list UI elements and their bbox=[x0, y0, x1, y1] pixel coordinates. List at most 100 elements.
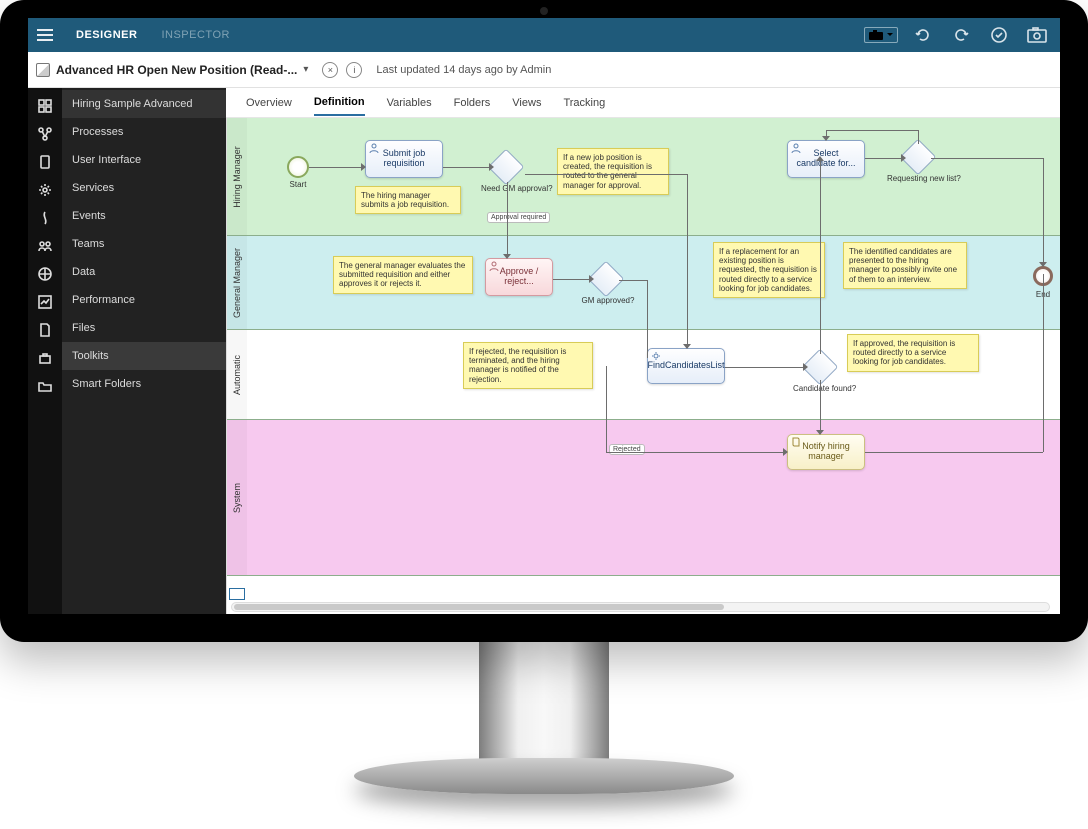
edge bbox=[606, 366, 607, 452]
file-icon[interactable] bbox=[28, 316, 62, 344]
edge bbox=[931, 158, 1043, 159]
edge bbox=[820, 160, 821, 354]
edge bbox=[687, 174, 688, 348]
validate-button[interactable] bbox=[986, 22, 1012, 48]
lane-label: Automatic bbox=[227, 330, 247, 419]
folder-icon[interactable] bbox=[28, 372, 62, 400]
arrowhead-icon bbox=[503, 254, 511, 259]
menu-button[interactable] bbox=[28, 18, 62, 52]
event-icon[interactable] bbox=[28, 204, 62, 232]
process-title: Advanced HR Open New Position (Read-... bbox=[56, 63, 297, 77]
app-screen: DESIGNER INSPECTOR Advanced HR O bbox=[28, 18, 1060, 614]
sidebar-item-toolkits[interactable]: Toolkits bbox=[62, 342, 226, 370]
lane-label: System bbox=[227, 420, 247, 575]
minimap-toggle[interactable] bbox=[229, 588, 245, 600]
lane-label: Hiring Manager bbox=[227, 118, 247, 235]
task-notify-hiring-manager[interactable]: Notify hiring manager bbox=[787, 434, 865, 470]
arrowhead-icon bbox=[683, 344, 691, 349]
gateway-requesting-new-label: Requesting new list? bbox=[887, 174, 953, 183]
monitor-camera-dot bbox=[540, 7, 548, 15]
swimlanes: Hiring Manager Start Submit job requisit… bbox=[227, 118, 1060, 576]
task-label: Approve / reject... bbox=[492, 267, 546, 287]
edge bbox=[1043, 274, 1044, 452]
tab-definition[interactable]: Definition bbox=[314, 90, 365, 116]
service-task-icon bbox=[651, 351, 661, 361]
tab-tracking[interactable]: Tracking bbox=[563, 91, 605, 115]
task-select-candidate[interactable]: Select candidate for... bbox=[787, 140, 865, 178]
undo-button[interactable] bbox=[910, 22, 936, 48]
horizontal-scrollbar[interactable] bbox=[231, 602, 1050, 612]
close-button[interactable]: × bbox=[322, 62, 338, 78]
sidebar-item-events[interactable]: Events bbox=[62, 202, 226, 230]
sticky-replacement: If a replacement for an existing positio… bbox=[713, 242, 825, 298]
sidebar-item-data[interactable]: Data bbox=[62, 258, 226, 286]
sidebar-item-services[interactable]: Services bbox=[62, 174, 226, 202]
edge bbox=[309, 167, 365, 168]
task-submit-requisition[interactable]: Submit job requisition bbox=[365, 140, 443, 178]
arrowhead-icon bbox=[816, 156, 824, 161]
start-event[interactable] bbox=[287, 156, 309, 178]
ui-icon[interactable] bbox=[28, 148, 62, 176]
process-type-icon bbox=[36, 63, 50, 77]
arrowhead-icon bbox=[489, 163, 494, 171]
snapshot-dropdown[interactable] bbox=[864, 27, 898, 43]
edge bbox=[1043, 158, 1044, 264]
task-label: Submit job requisition bbox=[372, 149, 436, 169]
sticky-evaluate: The general manager evaluates the submit… bbox=[333, 256, 473, 294]
sticky-candidates: The identified candidates are presented … bbox=[843, 242, 967, 289]
lane-automatic: Automatic If rejected, the requisition i… bbox=[227, 330, 1060, 420]
edge bbox=[725, 367, 807, 368]
tab-variables[interactable]: Variables bbox=[387, 91, 432, 115]
gear-icon[interactable] bbox=[28, 176, 62, 204]
edge bbox=[865, 452, 1043, 453]
start-label: Start bbox=[283, 180, 313, 189]
topnav-inspector[interactable]: INSPECTOR bbox=[161, 29, 229, 41]
team-icon[interactable] bbox=[28, 232, 62, 260]
tab-views[interactable]: Views bbox=[512, 91, 541, 115]
tab-folders[interactable]: Folders bbox=[454, 91, 491, 115]
lane-label: General Manager bbox=[227, 236, 247, 329]
edge bbox=[553, 279, 593, 280]
sidebar-item-hiring-sample[interactable]: Hiring Sample Advanced bbox=[62, 90, 226, 118]
sidebar-icon-column bbox=[28, 88, 62, 614]
task-approve-reject[interactable]: Approve / reject... bbox=[485, 258, 553, 296]
toolkit-icon[interactable] bbox=[28, 344, 62, 372]
edge bbox=[865, 158, 905, 159]
edge bbox=[507, 182, 508, 258]
performance-icon[interactable] bbox=[28, 288, 62, 316]
chevron-down-icon[interactable]: ▾ bbox=[303, 64, 308, 75]
screenshot-button[interactable] bbox=[1024, 22, 1050, 48]
arrowhead-icon bbox=[589, 275, 594, 283]
process-icon[interactable] bbox=[28, 120, 62, 148]
sidebar-item-files[interactable]: Files bbox=[62, 314, 226, 342]
sticky-approved: If approved, the requisition is routed d… bbox=[847, 334, 979, 372]
redo-button[interactable] bbox=[948, 22, 974, 48]
sidebar-item-teams[interactable]: Teams bbox=[62, 230, 226, 258]
sidebar-item-processes[interactable]: Processes bbox=[62, 118, 226, 146]
arrowhead-icon bbox=[901, 154, 906, 162]
data-icon[interactable] bbox=[28, 260, 62, 288]
script-task-icon bbox=[791, 437, 801, 447]
edge bbox=[443, 167, 493, 168]
sidebar-item-user-interface[interactable]: User Interface bbox=[62, 146, 226, 174]
sticky-rejected: If rejected, the requisition is terminat… bbox=[463, 342, 593, 389]
grid-icon[interactable] bbox=[28, 92, 62, 120]
edge bbox=[606, 452, 787, 453]
bpmn-canvas[interactable]: Hiring Manager Start Submit job requisit… bbox=[226, 118, 1060, 614]
user-task-icon bbox=[791, 143, 801, 153]
arrowhead-icon bbox=[783, 448, 788, 456]
info-button[interactable]: i bbox=[346, 62, 362, 78]
task-label: Select candidate for... bbox=[794, 149, 858, 169]
last-updated-text: Last updated 14 days ago by Admin bbox=[376, 64, 551, 76]
topnav-designer[interactable]: DESIGNER bbox=[76, 29, 137, 41]
scrollbar-thumb[interactable] bbox=[234, 604, 724, 610]
sidebar-item-smart-folders[interactable]: Smart Folders bbox=[62, 370, 226, 398]
edge bbox=[525, 174, 687, 175]
lane-system: System Notify hiring manager Rejected bbox=[227, 420, 1060, 576]
task-find-candidates[interactable]: FindCandidatesList bbox=[647, 348, 725, 384]
user-task-icon bbox=[369, 143, 379, 153]
tab-overview[interactable]: Overview bbox=[246, 91, 292, 115]
arrowhead-icon bbox=[803, 363, 808, 371]
monitor-neck bbox=[479, 636, 609, 766]
sidebar-item-performance[interactable]: Performance bbox=[62, 286, 226, 314]
